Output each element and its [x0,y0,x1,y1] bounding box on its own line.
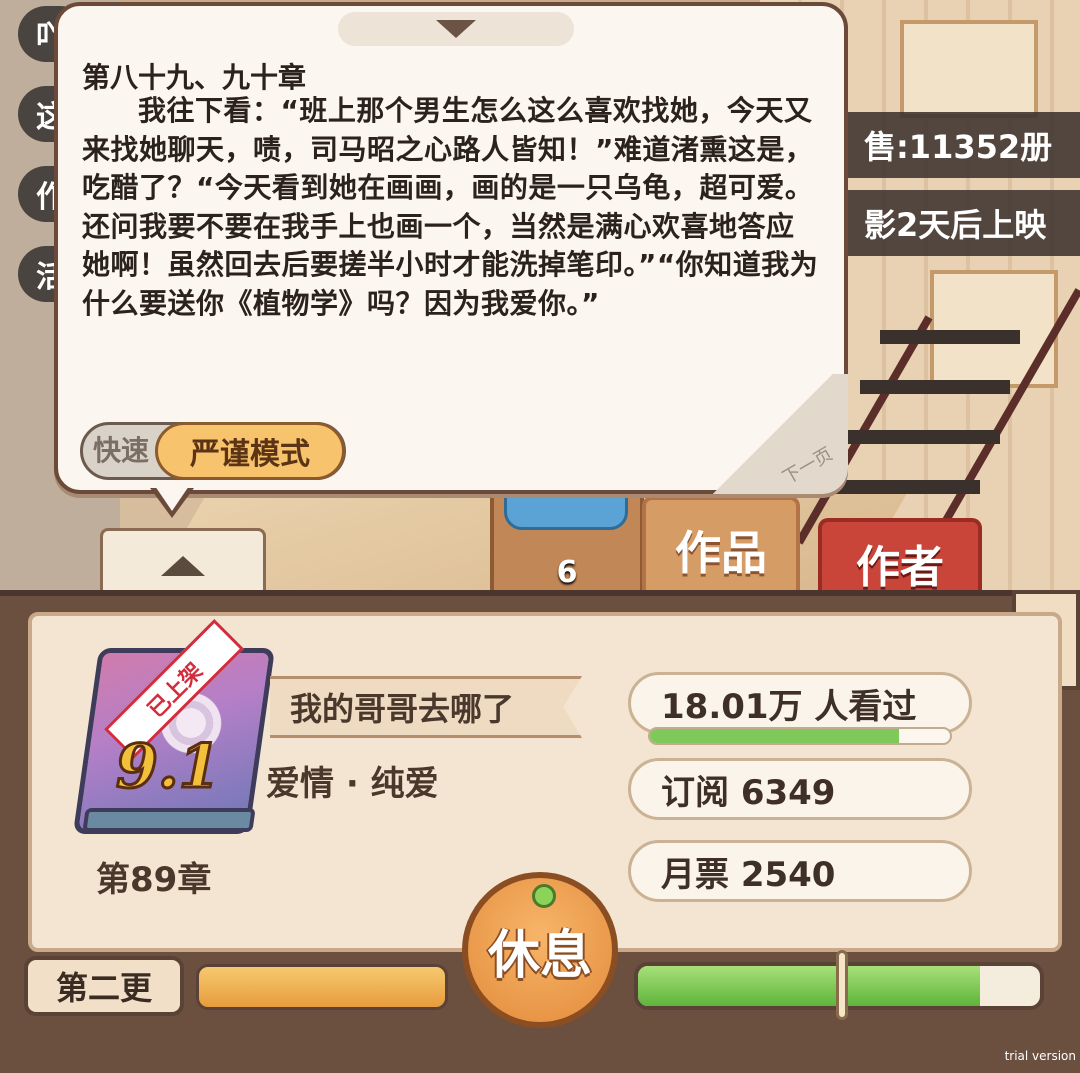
next-page-label: 下一页 [779,443,837,489]
current-chapter: 第89章 [96,860,212,900]
notification-count: 6 [556,555,578,590]
mode-strict-option[interactable]: 严谨模式 [155,422,345,480]
monthly-votes-stat: 月票 2540 [628,840,972,902]
mode-fast-option[interactable]: 快速 [93,425,149,477]
chevron-up-icon [161,556,205,576]
subscriptions-stat: 订阅 6349 [628,758,972,820]
writing-progress-fill [638,966,980,1006]
reading-mode-toggle[interactable]: 快速 严谨模式 [80,422,346,480]
popup-pointer-inner [155,486,189,511]
book-title-banner: 我的哥哥去哪了 [270,676,582,738]
staircase-step [860,380,1010,394]
update-button[interactable]: 第二更 [24,956,184,1016]
chevron-down-icon [436,20,476,38]
book-title: 我的哥哥去哪了 [290,690,515,728]
book-score: 9.1 [114,731,221,804]
book-spine [82,808,256,832]
book-genre: 爱情 · 纯爱 [266,764,439,804]
update-progress-fill [199,967,445,1007]
views-stat: 18.01万 人看过 [628,672,972,734]
subscriptions-text: 订阅 6349 [661,772,836,813]
chapter-title: 第八十九、九十章 [82,61,307,94]
progress-marker [836,950,848,1020]
views-progress-bar [648,727,952,745]
update-progress-bar [196,964,448,1010]
sales-info-bar: 售:11352册 [842,112,1080,178]
building-window [900,20,1038,118]
views-text: 18.01万 人看过 [661,686,917,727]
notification-item[interactable]: 6 [490,480,644,604]
tab-works[interactable]: 作品 [642,496,800,600]
movie-text: 影2天后上映 [864,206,1047,244]
trial-watermark: trial version [1004,1049,1076,1063]
staircase-step [840,430,1000,444]
sales-text: 售:11352册 [864,128,1053,166]
staircase-step [880,330,1020,344]
book-cover[interactable]: 已上架 9.1 [72,618,276,834]
next-page-curl[interactable]: 下一页 [698,374,848,494]
reading-popup: 第八十九、九十章 我往下看：“班上那个男生怎么这么喜欢找她，今天又来找她聊天，啧… [54,2,848,494]
staircase-step [820,480,980,494]
movie-info-bar: 影2天后上映 [842,190,1080,256]
rest-indicator-dot [532,884,556,908]
views-progress-fill [650,729,899,743]
chapter-text: 我往下看：“班上那个男生怎么这么喜欢找她，今天又来找她聊天，啧，司马昭之心路人皆… [82,94,819,320]
collapse-popup-button[interactable] [338,12,574,46]
building-window [930,270,1058,388]
monthly-votes-text: 月票 2540 [661,854,836,895]
